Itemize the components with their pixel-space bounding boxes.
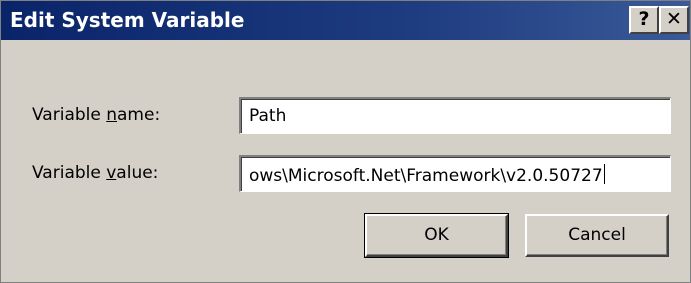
variable-value-text: ows\Microsoft.Net\Framework\v2.0.50727	[249, 164, 605, 186]
edit-system-variable-dialog: Edit System Variable ? ✕ Variable name: …	[0, 0, 691, 283]
variable-name-label: Variable name:	[32, 105, 161, 125]
variable-value-label: Variable value:	[32, 163, 159, 183]
variable-name-input[interactable]: Path	[239, 97, 671, 134]
variable-name-value: Path	[249, 106, 287, 126]
help-button[interactable]: ?	[629, 6, 659, 34]
dialog-title: Edit System Variable	[10, 8, 245, 32]
cancel-button[interactable]: Cancel	[525, 214, 669, 257]
close-button[interactable]: ✕	[659, 6, 689, 34]
title-bar[interactable]: Edit System Variable ? ✕	[1, 1, 690, 40]
text-caret	[603, 164, 605, 184]
close-icon: ✕	[666, 8, 682, 30]
variable-value-input[interactable]: ows\Microsoft.Net\Framework\v2.0.50727	[239, 155, 671, 192]
help-icon: ?	[638, 8, 650, 30]
ok-button[interactable]: OK	[364, 213, 509, 258]
